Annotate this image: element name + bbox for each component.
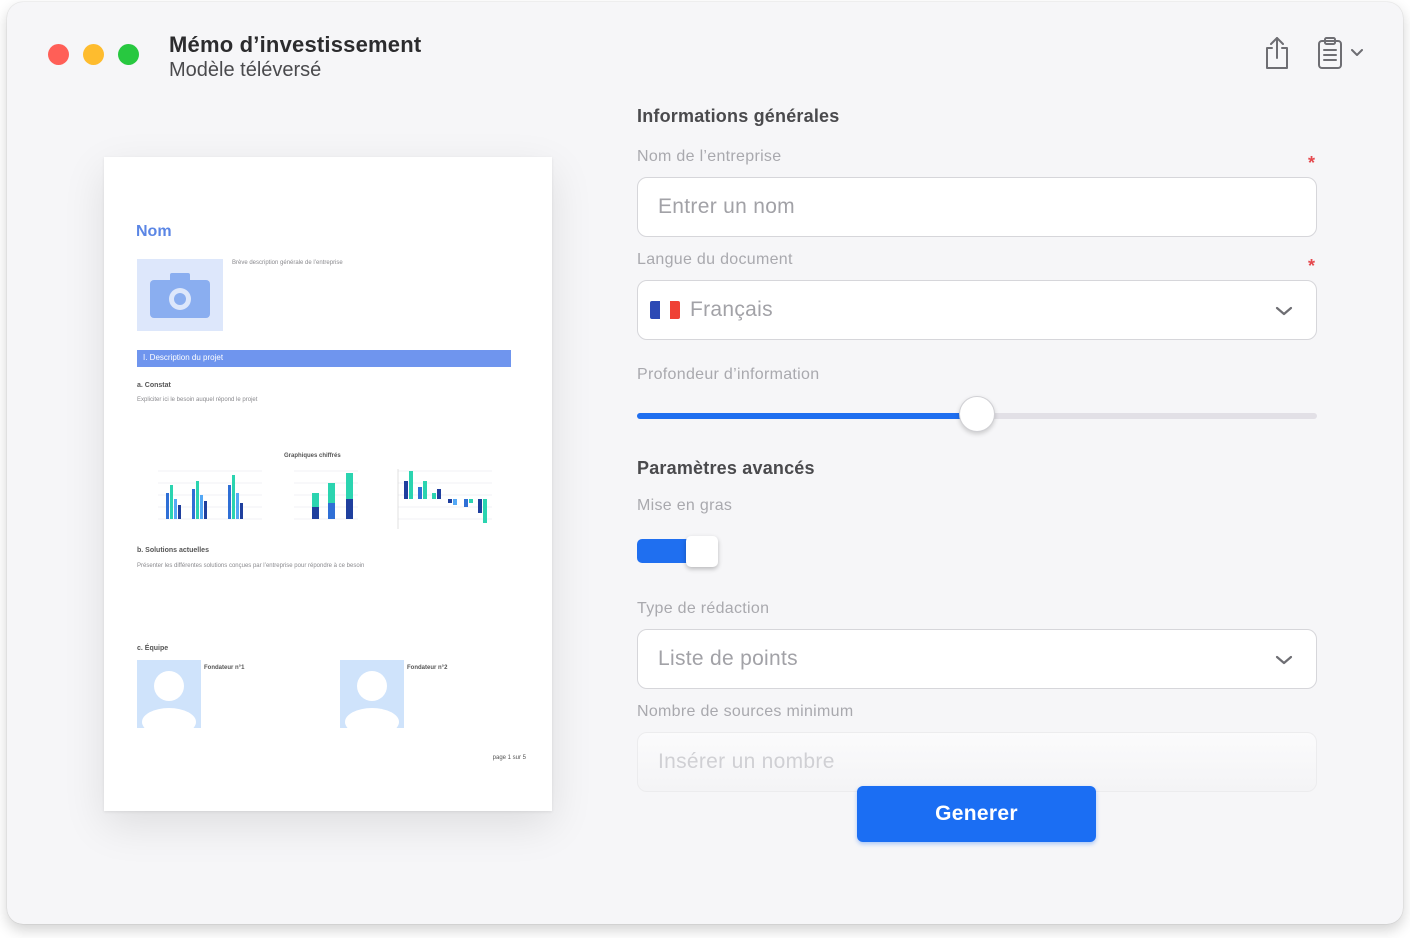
language-required-mark: *	[1307, 256, 1315, 276]
preview-page-number: page 1 sur 5	[492, 755, 526, 761]
general-section-title: Informations générales	[637, 106, 840, 126]
clipboard-icon	[1318, 37, 1342, 69]
sources-label: Nombre de sources minimum	[637, 703, 854, 720]
company-required-mark: *	[1307, 153, 1315, 173]
toolbar	[1263, 36, 1363, 70]
founder-2-label: Fondateur n°2	[407, 665, 448, 671]
preview-c-title: c. Équipe	[137, 645, 169, 652]
advanced-section-title: Paramètres avancés	[637, 458, 815, 478]
preview-description: Brève description générale de l’entrepri…	[232, 260, 343, 266]
window-title: Mémo d’investissement	[169, 32, 422, 57]
person-icon	[345, 671, 399, 728]
depth-slider-thumb[interactable]	[959, 396, 995, 432]
preview-charts-title: Graphiques chiffrés	[284, 453, 341, 459]
france-flag-icon	[650, 301, 680, 319]
writing-type-label: Type de rédaction	[637, 600, 770, 617]
language-select[interactable]: Français	[637, 280, 1317, 340]
bold-label: Mise en gras	[637, 497, 733, 514]
app-window: Mémo d’investissement Modèle téléversé N…	[7, 2, 1403, 924]
person-icon	[142, 671, 196, 728]
bold-toggle-knob	[686, 536, 718, 567]
depth-label: Profondeur d’information	[637, 366, 820, 383]
maximize-window-button[interactable]	[118, 44, 139, 65]
preview-chart-1	[158, 470, 262, 520]
window-subtitle: Modèle téléversé	[169, 59, 322, 81]
title-block: Mémo d’investissement Modèle téléversé	[169, 32, 421, 82]
minimize-window-button[interactable]	[83, 44, 104, 65]
writing-type-value: Liste de points	[658, 647, 798, 670]
founder-1-avatar	[137, 660, 201, 728]
company-name-placeholder: Entrer un nom	[658, 195, 795, 218]
clipboard-menu-button[interactable]	[1317, 36, 1363, 70]
share-icon	[1266, 37, 1288, 69]
company-name-input[interactable]: Entrer un nom	[637, 177, 1317, 237]
founder-2-avatar	[340, 660, 404, 728]
chevron-down-icon	[1351, 49, 1363, 56]
writing-type-select[interactable]: Liste de points	[637, 629, 1317, 689]
preview-photo-placeholder	[137, 259, 223, 331]
template-preview: Nom Brève description générale de l’entr…	[104, 157, 552, 811]
window-controls	[48, 44, 139, 65]
share-button[interactable]	[1263, 36, 1291, 70]
preview-b-text: Présenter les différentes solutions conç…	[137, 563, 365, 569]
preview-section-bar: I. Description du projet	[137, 350, 511, 367]
preview-chart-3	[397, 469, 492, 529]
preview-b-title: b. Solutions actuelles	[137, 547, 209, 554]
chevron-down-icon	[1275, 306, 1293, 316]
generate-button[interactable]: Generer	[857, 786, 1096, 842]
preview-name: Nom	[136, 223, 172, 240]
close-window-button[interactable]	[48, 44, 69, 65]
sources-placeholder: Insérer un nombre	[658, 750, 835, 773]
bold-toggle[interactable]	[637, 536, 719, 567]
chevron-down-icon	[1275, 655, 1293, 665]
language-value: Français	[690, 298, 773, 321]
language-label: Langue du document	[637, 251, 793, 268]
company-label: Nom de l’entreprise	[637, 148, 782, 165]
camera-icon	[150, 273, 210, 318]
sources-input[interactable]: Insérer un nombre	[637, 732, 1317, 792]
preview-a-title: a. Constat	[137, 382, 171, 389]
preview-a-text: Expliciter ici le besoin auquel répond l…	[137, 397, 258, 403]
depth-slider-fill	[637, 413, 977, 419]
founder-1-label: Fondateur n°1	[204, 665, 245, 671]
preview-chart-2	[294, 470, 358, 520]
